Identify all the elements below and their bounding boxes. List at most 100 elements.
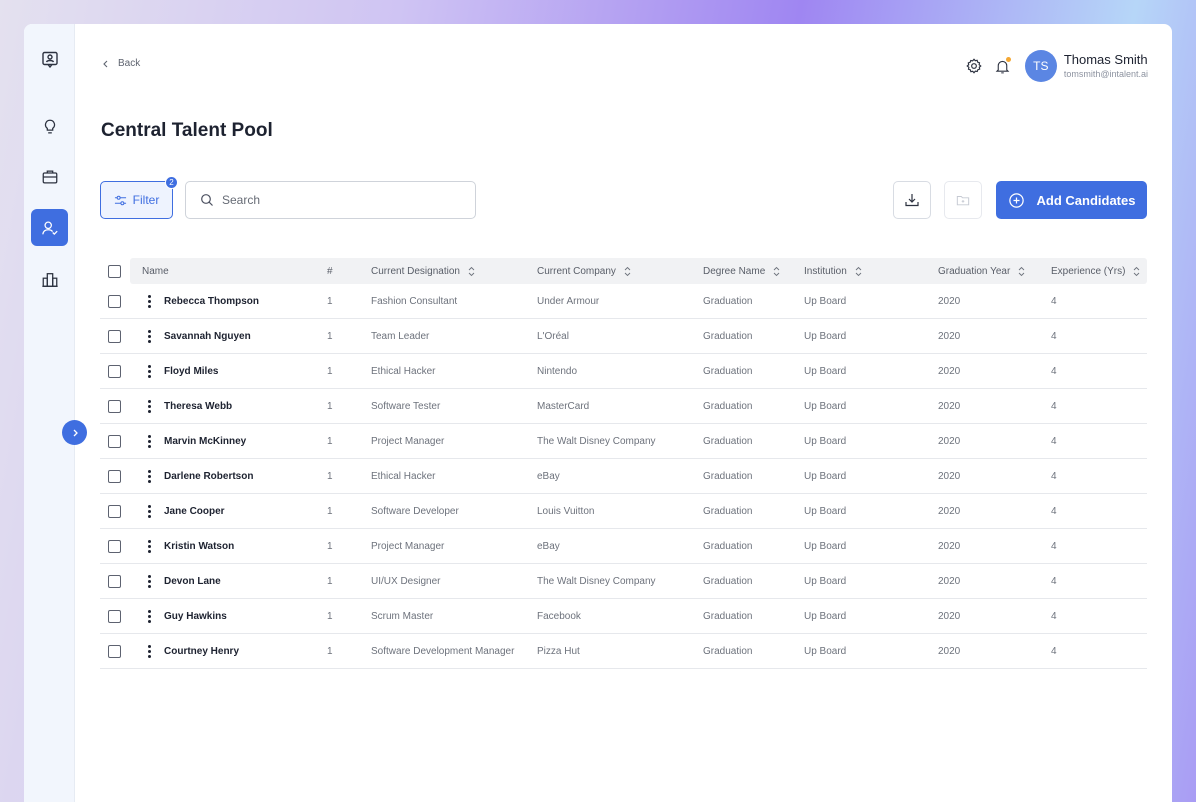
candidate-name[interactable]: Kristin Watson	[164, 541, 234, 552]
search-icon	[201, 194, 213, 206]
table-row[interactable]: Guy Hawkins 1 Scrum Master Facebook Graduati…	[100, 599, 1147, 634]
add-to-folder-button[interactable]	[944, 181, 982, 219]
candidate-name[interactable]: Jane Cooper	[164, 506, 225, 517]
degree-cell: Graduation	[703, 645, 753, 657]
row-checkbox[interactable]	[108, 329, 121, 343]
candidate-name[interactable]: Theresa Webb	[164, 401, 232, 412]
table-row[interactable]: Marvin McKinney 1 Project Manager The Walt …	[100, 424, 1147, 459]
kebab-menu-icon	[148, 539, 151, 553]
back-link[interactable]: Back	[102, 58, 140, 69]
settings-gear-icon[interactable]	[964, 56, 984, 76]
user-info[interactable]: Thomas Smith tomsmith@intalent.ai	[1064, 52, 1148, 81]
column-header-name[interactable]: Name	[142, 266, 169, 277]
row-menu-button[interactable]	[148, 434, 151, 448]
table-row[interactable]: Rebecca Thompson 1 Fashion Consultant Under…	[100, 284, 1147, 319]
row-checkbox[interactable]	[108, 399, 121, 413]
designation-cell: Software Development Manager	[371, 645, 515, 657]
row-menu-button[interactable]	[148, 609, 151, 623]
table-row[interactable]: Jane Cooper 1 Software Developer Louis Vuit…	[100, 494, 1147, 529]
briefcase-icon[interactable]	[31, 158, 68, 195]
candidate-name[interactable]: Devon Lane	[164, 576, 221, 587]
notification-bell-icon[interactable]	[993, 56, 1013, 76]
experience-cell: 4	[1051, 645, 1057, 657]
row-menu-button[interactable]	[148, 364, 151, 378]
graduation-year-cell: 2020	[938, 645, 961, 657]
row-menu-button[interactable]	[148, 399, 151, 413]
designation-cell: Ethical Hacker	[371, 365, 436, 377]
row-checkbox[interactable]	[108, 364, 121, 378]
row-checkbox[interactable]	[108, 644, 121, 658]
candidate-name[interactable]: Marvin McKinney	[164, 436, 246, 447]
row-menu-button[interactable]	[148, 644, 151, 658]
company-cell: eBay	[537, 540, 560, 552]
candidate-name[interactable]: Guy Hawkins	[164, 611, 227, 622]
column-header-experience[interactable]: Experience (Yrs)	[1051, 266, 1140, 277]
column-header-designation-label: Current Designation	[371, 265, 460, 277]
avatar[interactable]: TS	[1024, 50, 1057, 82]
column-header-graduation-year[interactable]: Graduation Year	[938, 266, 1025, 277]
degree-cell: Graduation	[703, 540, 753, 552]
designation-cell: Software Tester	[371, 400, 441, 412]
row-menu-button[interactable]	[148, 469, 151, 483]
row-checkbox[interactable]	[108, 574, 121, 588]
row-checkbox[interactable]	[108, 469, 121, 483]
degree-cell: Graduation	[703, 330, 753, 342]
filter-count-badge: 2	[165, 176, 178, 189]
experience-cell: 4	[1051, 575, 1057, 587]
institution-cell: Up Board	[804, 505, 847, 517]
lightbulb-icon[interactable]	[31, 108, 68, 145]
row-checkbox[interactable]	[108, 294, 121, 308]
column-header-degree[interactable]: Degree Name	[703, 266, 780, 277]
column-header-company[interactable]: Current Company	[537, 266, 631, 277]
designation-cell: Project Manager	[371, 435, 445, 447]
row-checkbox[interactable]	[108, 539, 121, 553]
download-button[interactable]	[893, 181, 931, 219]
row-menu-button[interactable]	[148, 504, 151, 518]
graduation-year-cell: 2020	[938, 610, 961, 622]
experience-cell: 4	[1051, 610, 1057, 622]
chevron-left-icon	[103, 60, 108, 67]
row-menu-button[interactable]	[148, 329, 151, 343]
table-row[interactable]: Theresa Webb 1 Software Tester MasterCard Gr…	[100, 389, 1147, 424]
row-menu-button[interactable]	[148, 294, 151, 308]
candidate-name[interactable]: Savannah Nguyen	[164, 331, 251, 342]
table-row[interactable]: Floyd Miles 1 Ethical Hacker Nintendo Gradua…	[100, 354, 1147, 389]
filter-label: Filter	[132, 193, 160, 207]
candidate-name[interactable]: Rebecca Thompson	[164, 296, 259, 307]
candidate-name[interactable]: Courtney Henry	[164, 646, 239, 657]
org-chart-icon[interactable]	[31, 261, 68, 298]
institution-cell: Up Board	[804, 610, 847, 622]
row-menu-button[interactable]	[148, 574, 151, 588]
row-checkbox[interactable]	[108, 609, 121, 623]
user-check-icon[interactable]	[31, 209, 68, 246]
row-checkbox[interactable]	[108, 504, 121, 518]
kebab-menu-icon	[148, 504, 151, 518]
row-checkbox[interactable]	[108, 434, 121, 448]
institution-cell: Up Board	[804, 365, 847, 377]
column-header-designation[interactable]: Current Designation	[371, 266, 475, 277]
profile-chat-icon[interactable]	[31, 41, 68, 78]
table-row[interactable]: Savannah Nguyen 1 Team Leader L'Oréal Gradua…	[100, 319, 1147, 354]
expand-sidebar-button[interactable]	[62, 420, 87, 445]
table-row[interactable]: Devon Lane 1 UI/UX Designer The Walt Disney…	[100, 564, 1147, 599]
graduation-year-cell: 2020	[938, 505, 961, 517]
table-row[interactable]: Courtney Henry 1 Software Development Mana…	[100, 634, 1147, 669]
company-cell: eBay	[537, 470, 560, 482]
column-header-degree-label: Degree Name	[703, 265, 766, 277]
kebab-menu-icon	[148, 399, 151, 413]
add-candidates-button[interactable]: Add Candidates	[996, 181, 1147, 219]
experience-cell: 4	[1051, 400, 1057, 412]
row-menu-button[interactable]	[148, 539, 151, 553]
filter-button[interactable]: Filter 2	[100, 176, 178, 219]
institution-cell: Up Board	[804, 295, 847, 307]
candidate-name[interactable]: Floyd Miles	[164, 366, 218, 377]
candidate-name[interactable]: Darlene Robertson	[164, 471, 253, 482]
column-header-company-label: Current Company	[537, 265, 616, 277]
company-cell: Nintendo	[537, 365, 578, 377]
select-all-checkbox[interactable]	[108, 264, 121, 278]
table-row[interactable]: Kristin Watson 1 Project Manager eBay Gradua…	[100, 529, 1147, 564]
column-header-institution[interactable]: Institution	[804, 266, 862, 277]
search-input[interactable]	[222, 193, 462, 207]
search-box[interactable]	[185, 181, 476, 219]
table-row[interactable]: Darlene Robertson 1 Ethical Hacker eBay Grad…	[100, 459, 1147, 494]
